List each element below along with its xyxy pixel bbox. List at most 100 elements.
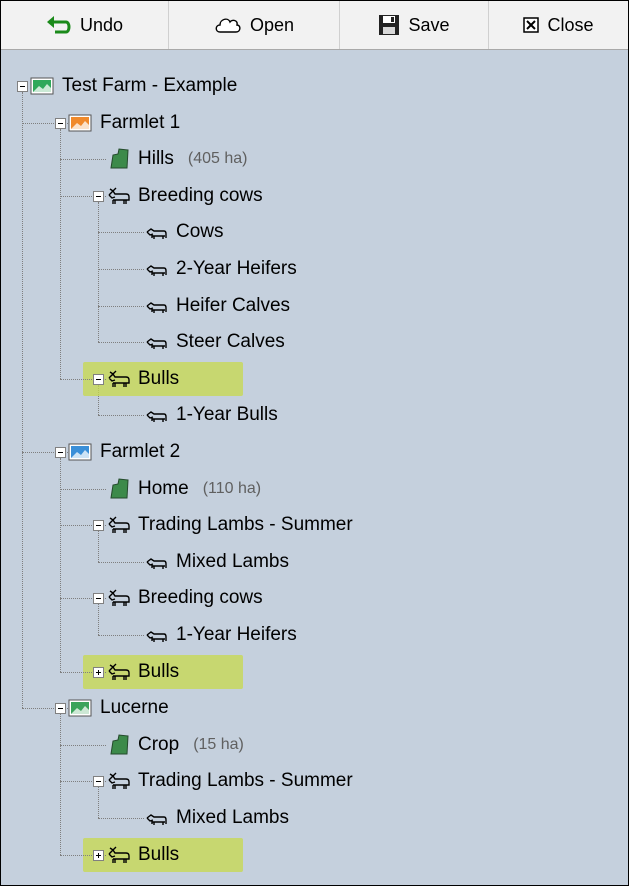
herd-icon	[106, 368, 132, 390]
tree-connector	[22, 92, 23, 709]
area-label: (405 ha)	[187, 150, 248, 168]
node-label: Test Farm - Example	[62, 75, 238, 96]
node-label: Cows	[176, 221, 224, 243]
cattle-icon	[144, 807, 170, 829]
node-label: Farmlet 1	[100, 111, 181, 133]
cattle-icon	[144, 404, 170, 426]
group-node[interactable]: Trading Lambs - Summer	[106, 510, 353, 540]
tree-connector	[98, 201, 99, 343]
collapse-toggle[interactable]	[55, 117, 66, 129]
stock-class-node[interactable]: 1-Year Heifers	[144, 620, 297, 650]
paddock-node[interactable]: Crop (15 ha)	[106, 730, 244, 760]
group-node[interactable]: Bulls	[106, 657, 179, 687]
paddock-node[interactable]: Hills (405 ha)	[106, 144, 247, 174]
node-label: Hills	[138, 148, 174, 170]
tree-connector	[60, 159, 106, 161]
undo-button[interactable]: Undo	[1, 1, 169, 49]
floppy-disk-icon	[378, 14, 400, 36]
group-node[interactable]: Bulls	[106, 364, 179, 394]
farmlet-2-node[interactable]: Farmlet 2	[68, 437, 180, 467]
herd-icon	[106, 661, 132, 683]
collapse-toggle[interactable]	[93, 593, 104, 605]
node-label: Crop	[138, 733, 180, 755]
undo-label: Undo	[79, 14, 124, 35]
stock-class-node[interactable]: 1-Year Bulls	[144, 400, 278, 430]
farmlet-3-node[interactable]: Lucerne	[68, 693, 169, 723]
group-node[interactable]: Breeding cows	[106, 181, 263, 211]
area-label: (110 ha)	[202, 479, 262, 497]
herd-icon	[106, 844, 132, 866]
cattle-icon	[144, 551, 170, 573]
expand-toggle[interactable]	[93, 849, 104, 861]
save-label: Save	[408, 14, 450, 35]
stock-class-node[interactable]: Steer Calves	[144, 327, 285, 357]
node-label: Trading Lambs - Summer	[138, 514, 353, 536]
node-label: Bulls	[138, 843, 180, 865]
tree-connector	[98, 269, 144, 270]
tree-connector	[60, 714, 61, 855]
stock-class-node[interactable]: Cows	[144, 217, 224, 247]
node-label: Mixed Lambs	[176, 550, 289, 572]
cattle-icon	[144, 624, 170, 646]
tree-connector	[98, 305, 144, 307]
collapse-toggle[interactable]	[93, 520, 104, 532]
node-label: Home	[138, 477, 189, 499]
group-node[interactable]: Trading Lambs - Summer	[106, 766, 353, 796]
close-icon	[523, 17, 540, 33]
tree-connector	[98, 415, 144, 417]
node-label: Steer Calves	[176, 331, 285, 353]
collapse-toggle[interactable]	[93, 776, 104, 788]
node-label: Breeding cows	[138, 184, 263, 206]
node-label: Trading Lambs - Summer	[138, 770, 353, 792]
tree-connector	[60, 744, 106, 746]
cattle-icon	[144, 221, 170, 243]
node-label: 1-Year Heifers	[176, 624, 297, 645]
herd-icon	[106, 514, 132, 536]
tree-connector	[98, 635, 144, 636]
tree-connector	[98, 604, 99, 635]
stock-class-node[interactable]: Mixed Lambs	[144, 547, 289, 577]
tree-connector	[98, 787, 99, 818]
collapse-toggle[interactable]	[93, 373, 104, 385]
collapse-toggle[interactable]	[17, 81, 28, 92]
stock-class-node[interactable]: 2-Year Heifers	[144, 254, 297, 284]
area-label: (15 ha)	[193, 735, 244, 753]
toolbar: Undo Open Save Close	[1, 1, 628, 50]
group-node[interactable]: Bulls	[106, 840, 179, 870]
node-label: Bulls	[138, 660, 180, 682]
expand-toggle[interactable]	[93, 666, 104, 678]
collapse-toggle[interactable]	[55, 703, 66, 715]
stock-class-node[interactable]: Heifer Calves	[144, 291, 290, 321]
collapse-toggle[interactable]	[93, 190, 104, 202]
cattle-icon	[144, 295, 170, 317]
tree-connector	[60, 128, 61, 379]
tree-connector	[98, 531, 99, 562]
close-button[interactable]: Close	[489, 1, 628, 49]
tree-connector	[98, 232, 144, 234]
open-button[interactable]: Open	[169, 1, 340, 49]
cattle-icon	[144, 258, 170, 280]
paddock-icon	[106, 734, 132, 756]
paddock-node[interactable]: Home (110 ha)	[106, 474, 261, 504]
landscape-icon	[68, 441, 94, 463]
stock-class-node[interactable]: Mixed Lambs	[144, 803, 289, 833]
herd-icon	[106, 185, 132, 207]
collapse-toggle[interactable]	[55, 447, 66, 458]
node-label: 1-Year Bulls	[176, 404, 278, 426]
tree-root[interactable]: Test Farm - Example	[30, 71, 237, 101]
open-label: Open	[249, 14, 295, 35]
node-label: Farmlet 2	[100, 441, 181, 462]
farmlet-1-node[interactable]: Farmlet 1	[68, 108, 180, 138]
paddock-icon	[106, 148, 132, 170]
tree-connector	[60, 488, 106, 490]
group-node[interactable]: Breeding cows	[106, 583, 263, 613]
save-button[interactable]: Save	[340, 1, 489, 49]
tree-connector	[60, 458, 61, 672]
landscape-icon	[30, 75, 56, 97]
herd-icon	[106, 587, 132, 609]
close-label: Close	[547, 14, 594, 35]
herd-icon	[106, 770, 132, 792]
node-label: Bulls	[138, 367, 180, 389]
node-label: 2-Year Heifers	[176, 258, 297, 279]
tree-connector	[98, 818, 144, 819]
